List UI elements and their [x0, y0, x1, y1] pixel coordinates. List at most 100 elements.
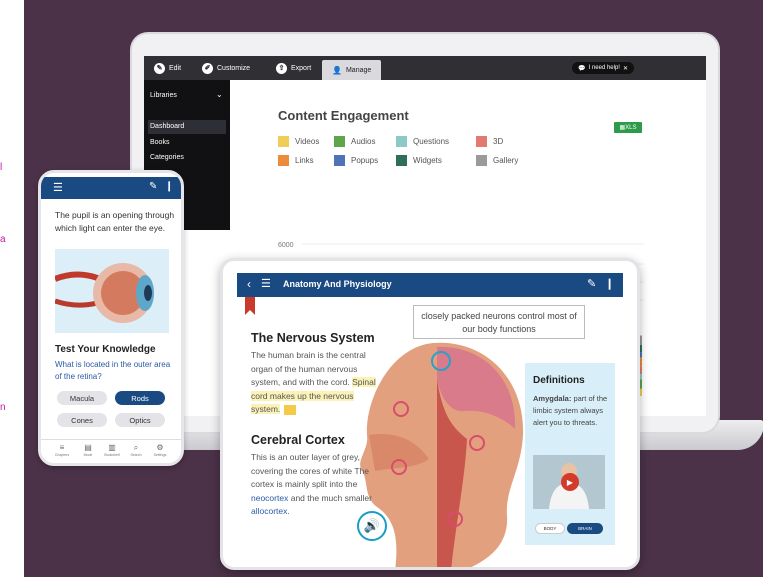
- definitions-panel: Definitions Amygdala: part of the limbic…: [525, 363, 615, 545]
- phone: ☰ ✎ ❙ The pupil is an opening through wh…: [38, 170, 184, 466]
- legend-swatch: [334, 136, 345, 147]
- chat-icon: 💬: [578, 65, 586, 72]
- help-label: I need help!: [588, 65, 620, 71]
- eye-illustration: [55, 249, 169, 333]
- answer-option-rods[interactable]: Rods: [115, 391, 165, 405]
- legend-label: Links: [295, 156, 314, 165]
- export-label: Export: [291, 64, 312, 72]
- edit-label: Edit: [169, 64, 182, 72]
- nav-chapters[interactable]: ≡ Chapters: [51, 443, 73, 457]
- nav-mode[interactable]: ▤ Mode: [77, 443, 99, 457]
- legend-item: Videos: [278, 136, 319, 147]
- edit-button[interactable]: ✎ Edit: [154, 60, 181, 76]
- nav-settings[interactable]: ⚙ Settings: [149, 443, 171, 457]
- bookmark-icon[interactable]: ❙: [165, 181, 173, 192]
- glossary-link-neocortex[interactable]: neocortex: [251, 493, 288, 503]
- glossary-link-allocortex[interactable]: allocortex: [251, 506, 287, 516]
- sidebar-item-books[interactable]: Books: [150, 139, 169, 146]
- pencil-icon: ✎: [154, 62, 165, 74]
- legend-swatch: [278, 155, 289, 166]
- mode-icon: ▤: [84, 443, 92, 452]
- chart-title: Content Engagement: [278, 108, 409, 123]
- brush-icon: ✐: [202, 62, 213, 74]
- nav-search[interactable]: ⌕ Search: [125, 443, 147, 457]
- section-text-nervous-system: The human brain is the central organ of …: [251, 350, 376, 415]
- help-button[interactable]: 💬 I need help! ✕: [572, 62, 634, 74]
- tablet: ‹ ☰ Anatomy And Physiology ✎ ❙ closely p…: [220, 258, 640, 570]
- list-icon: ≡: [59, 443, 65, 452]
- toggle-brain[interactable]: BRAIN: [567, 523, 603, 534]
- legend-swatch: [396, 136, 407, 147]
- stage: l a n ✎ Edit ✐ Customize ⇪ Export 👤 Mana…: [0, 0, 763, 577]
- definition-video[interactable]: ▶: [533, 455, 605, 509]
- tablet-header: ‹ ☰ Anatomy And Physiology ✎ ❙: [237, 273, 623, 297]
- left-edge-text: a: [0, 234, 6, 245]
- legend-item: Widgets: [396, 155, 442, 166]
- manage-tab[interactable]: 👤 Manage: [322, 60, 382, 80]
- legend-swatch: [278, 136, 289, 147]
- bookmark-ribbon-icon[interactable]: [245, 297, 255, 315]
- left-edge-text: l: [0, 162, 3, 173]
- definitions-title: Definitions: [533, 375, 585, 386]
- phone-header: ☰ ✎ ❙: [41, 177, 181, 199]
- toolbar: ✎ Edit ✐ Customize ⇪ Export 👤 Manage 💬 I…: [144, 56, 706, 80]
- sticky-note-icon[interactable]: [284, 404, 297, 415]
- section-text-cerebral-cortex: This is an outer layer of grey, covering…: [251, 452, 372, 516]
- pupil: [144, 285, 152, 301]
- manage-label: Manage: [345, 66, 372, 74]
- legend-label: Widgets: [413, 156, 442, 165]
- legend-item: Popups: [334, 155, 378, 166]
- bookshelf-icon: ▥: [108, 443, 116, 452]
- legend-label: Questions: [413, 137, 450, 146]
- legend-item: 3D: [476, 136, 503, 147]
- legend-item: Gallery: [476, 155, 518, 166]
- search-icon: ⌕: [133, 443, 139, 452]
- answer-option-optics[interactable]: Optics: [115, 413, 165, 427]
- legend-swatch: [334, 155, 345, 166]
- y-tick-label: 6000: [278, 242, 294, 249]
- legend-swatch: [476, 136, 487, 147]
- left-edge-text: n: [0, 402, 6, 413]
- toggle-body[interactable]: BODY: [535, 523, 565, 534]
- chevron-down-icon[interactable]: ⌄: [216, 90, 223, 99]
- section-title-cerebral-cortex: Cerebral Cortex: [251, 433, 345, 447]
- export-button[interactable]: ⇪ Export: [276, 60, 311, 76]
- bookmark-icon[interactable]: ❙: [605, 277, 614, 290]
- xls-export-button[interactable]: ▦ XLS: [614, 122, 642, 133]
- annotation-callout: closely packed neurons control most of o…: [413, 305, 585, 339]
- legend-label: Popups: [351, 156, 379, 165]
- definition-text: Amygdala: part of the limbic system alwa…: [533, 394, 608, 427]
- close-icon[interactable]: ✕: [623, 65, 628, 72]
- pencil-icon[interactable]: ✎: [587, 277, 596, 290]
- menu-icon[interactable]: ☰: [53, 181, 63, 194]
- audio-speaker-icon[interactable]: 🔊: [357, 511, 387, 541]
- user-icon: 👤: [332, 65, 342, 75]
- menu-icon[interactable]: ☰: [261, 277, 271, 290]
- legend-label: Videos: [295, 137, 320, 146]
- answer-option-cones[interactable]: Cones: [57, 413, 107, 427]
- customize-label: Customize: [217, 64, 251, 72]
- legend-item: Questions: [396, 136, 449, 147]
- legend-item: Audios: [334, 136, 375, 147]
- sidebar-item-dashboard[interactable]: Dashboard: [150, 123, 184, 130]
- gear-icon: ⚙: [156, 443, 164, 452]
- eye-illustration-graphic: [55, 263, 154, 323]
- phone-bottom-nav: ≡ Chapters ▤ Mode ▥ Bookshelf ⌕ Search ⚙ Sett…: [41, 439, 181, 463]
- back-chevron-icon[interactable]: ‹: [247, 277, 251, 291]
- export-icon: ⇪: [276, 62, 287, 74]
- answer-option-macula[interactable]: Macula: [57, 391, 107, 405]
- question-title: Test Your Knowledge: [55, 344, 156, 355]
- legend-label: Gallery: [493, 156, 519, 165]
- nav-bookshelf[interactable]: ▥ Bookshelf: [101, 443, 123, 457]
- phone-intro-text: The pupil is an opening through which li…: [55, 210, 175, 233]
- legend-label: 3D: [493, 137, 504, 146]
- sidebar-item-libraries[interactable]: Libraries: [150, 92, 177, 99]
- legend-item: Links: [278, 155, 314, 166]
- sidebar-item-categories[interactable]: Categories: [150, 154, 184, 161]
- book-title: Anatomy And Physiology: [283, 279, 392, 289]
- legend-swatch: [476, 155, 487, 166]
- pencil-icon[interactable]: ✎: [149, 181, 157, 192]
- section-title-nervous-system: The Nervous System: [251, 331, 375, 345]
- customize-button[interactable]: ✐ Customize: [202, 60, 250, 76]
- play-icon[interactable]: ▶: [561, 473, 579, 491]
